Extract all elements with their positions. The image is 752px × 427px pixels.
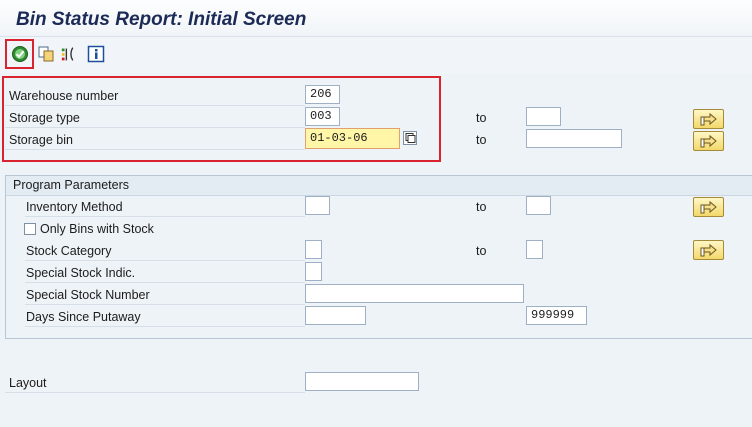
arrow-right-icon [700, 112, 717, 126]
storage-type-to-label: to [476, 111, 487, 125]
copy-variant-button[interactable] [36, 44, 56, 64]
stock-category-to-input[interactable] [526, 240, 543, 259]
stock-category-to-label: to [476, 244, 487, 258]
inventory-method-to-input[interactable] [526, 196, 551, 215]
program-parameters-title: Program Parameters [13, 178, 130, 192]
storage-bin-multiple-selection-button[interactable] [693, 131, 724, 151]
special-stock-indic-label: Special Stock Indic. [26, 266, 136, 280]
stock-category-label: Stock Category [26, 244, 112, 258]
value-help-icon [403, 131, 417, 145]
selection-options-icon [61, 47, 74, 61]
layout-input[interactable] [305, 372, 419, 391]
days-since-putaway-from-input[interactable] [305, 306, 366, 325]
arrow-right-icon [700, 134, 717, 148]
storage-bin-to-input[interactable] [526, 129, 622, 148]
storage-type-from-input[interactable]: 003 [305, 107, 340, 126]
execute-button[interactable] [10, 44, 30, 64]
stock-category-multiple-selection-button[interactable] [693, 240, 724, 260]
application-toolbar [0, 37, 752, 73]
days-since-putaway-label: Days Since Putaway [26, 310, 141, 324]
storage-bin-to-label: to [476, 133, 487, 147]
storage-bin-value-help-button[interactable] [403, 131, 417, 145]
selection-options-button[interactable] [60, 44, 80, 64]
inventory-method-from-input[interactable] [305, 196, 330, 215]
special-stock-indic-input[interactable] [305, 262, 322, 281]
layout-label: Layout [9, 376, 47, 390]
info-icon [87, 45, 105, 63]
program-info-button[interactable] [86, 44, 106, 64]
only-bins-with-stock-checkbox[interactable] [24, 223, 36, 235]
storage-bin-label: Storage bin [9, 133, 73, 147]
stock-category-from-input[interactable] [305, 240, 322, 259]
storage-type-multiple-selection-button[interactable] [693, 109, 724, 129]
copy-variant-icon [38, 46, 54, 62]
storage-bin-from-input[interactable]: 01-03-06 [305, 128, 400, 149]
inventory-method-label: Inventory Method [26, 200, 123, 214]
special-stock-number-input[interactable] [305, 284, 524, 303]
arrow-right-icon [700, 200, 717, 214]
layout-row [5, 372, 305, 393]
page-title: Bin Status Report: Initial Screen [16, 9, 307, 30]
storage-type-to-input[interactable] [526, 107, 561, 126]
only-bins-with-stock-label: Only Bins with Stock [40, 222, 154, 236]
warehouse-label: Warehouse number [9, 89, 119, 103]
inventory-method-multiple-selection-button[interactable] [693, 197, 724, 217]
inventory-method-to-label: to [476, 200, 487, 214]
arrow-right-icon [700, 243, 717, 257]
special-stock-number-label: Special Stock Number [26, 288, 150, 302]
execute-icon [12, 46, 28, 62]
storage-type-label: Storage type [9, 111, 80, 125]
warehouse-input[interactable]: 206 [305, 85, 340, 104]
days-since-putaway-to-input[interactable]: 999999 [526, 306, 587, 325]
